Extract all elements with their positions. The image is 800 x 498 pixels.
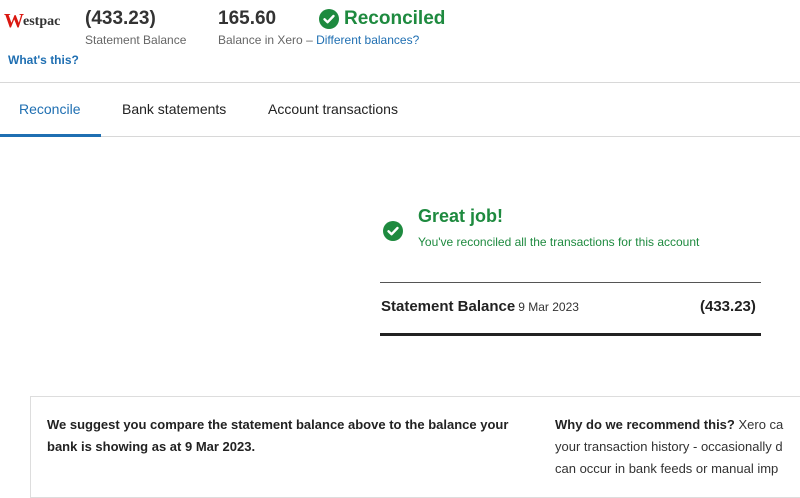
whats-this-link[interactable]: What's this? xyxy=(8,53,79,67)
why-recommend-text: Why do we recommend this? Xero ca your t… xyxy=(555,414,800,480)
different-balances-link[interactable]: Different balances? xyxy=(316,33,419,47)
summary-bottom-rule xyxy=(380,333,761,336)
xero-balance-value: 165.60 xyxy=(218,8,277,29)
suggest-text: We suggest you compare the statement bal… xyxy=(47,417,509,454)
tab-account-transactions[interactable]: Account transactions xyxy=(268,101,398,117)
why-line-1: Why do we recommend this? Xero ca xyxy=(555,414,800,436)
active-tab-indicator xyxy=(0,134,101,137)
summary-statement-balance: Statement Balance 9 Mar 2023 xyxy=(381,298,579,315)
reconciled-status: Reconciled xyxy=(319,8,445,30)
check-circle-icon xyxy=(319,9,339,29)
why-heading: Why do we recommend this? xyxy=(555,417,735,432)
why-line-1-text: Xero ca xyxy=(734,417,784,432)
check-circle-icon xyxy=(383,221,403,241)
header-divider xyxy=(0,82,800,83)
success-subtitle: You've reconciled all the transactions f… xyxy=(418,235,700,249)
logo-text: estpac xyxy=(23,14,61,29)
reconciled-label: Reconciled xyxy=(344,8,446,29)
summary-statement-value: (433.23) xyxy=(700,298,756,315)
statement-balance-label: Statement Balance xyxy=(85,33,187,47)
xero-balance-text: Balance in Xero xyxy=(218,33,303,47)
tab-reconcile[interactable]: Reconcile xyxy=(19,101,80,117)
xero-balance-separator: – xyxy=(302,33,317,47)
success-title: Great job! xyxy=(418,206,504,226)
tabs-divider xyxy=(0,136,800,137)
why-line-2: your transaction history - occasionally … xyxy=(555,439,783,454)
why-line-3: can occur in bank feeds or manual imp xyxy=(555,461,779,476)
logo-initial: W xyxy=(4,10,24,32)
westpac-logo: W estpac xyxy=(4,10,61,32)
summary-statement-date: 9 Mar 2023 xyxy=(518,300,579,314)
summary-statement-label: Statement Balance xyxy=(381,298,516,315)
statement-balance-value: (433.23) xyxy=(85,8,156,29)
summary-top-rule xyxy=(380,282,761,283)
xero-balance-label: Balance in Xero – Different balances? xyxy=(218,33,419,47)
tab-bank-statements[interactable]: Bank statements xyxy=(122,101,226,117)
